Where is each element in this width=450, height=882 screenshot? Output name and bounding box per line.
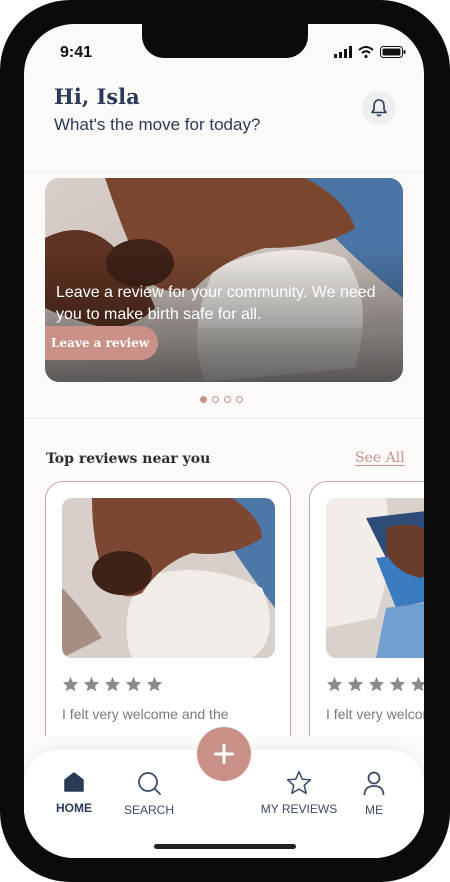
side-button-left-3 [0, 305, 4, 365]
pagination-dot[interactable] [200, 396, 207, 403]
star-icon [389, 676, 406, 692]
nav-me-label: ME [365, 803, 383, 817]
review-excerpt: I felt very welcome and the [62, 706, 229, 722]
banner-text: Leave a review for your community. We ne… [56, 284, 376, 323]
nav-home[interactable]: HOME [34, 770, 114, 815]
notifications-button[interactable] [362, 91, 396, 125]
star-icon [83, 676, 100, 692]
battery-icon [380, 46, 406, 58]
screen: 9:41 Hi, Isla What's the move for today? [24, 24, 424, 858]
star-icon [104, 676, 121, 692]
nav-my-reviews-label: MY REVIEWS [260, 802, 338, 816]
star-icon [368, 676, 385, 692]
header: Hi, Isla What's the move for today? [24, 79, 424, 172]
banner-pagination [200, 396, 243, 403]
review-card-image [62, 498, 275, 658]
review-excerpt: I felt very welcome and the [326, 706, 424, 722]
nav-search-label: SEARCH [123, 803, 174, 817]
star-rating [326, 676, 424, 692]
pagination-dot[interactable] [224, 396, 231, 403]
star-icon [146, 676, 163, 692]
search-icon [138, 772, 161, 795]
star-icon [347, 676, 364, 692]
side-button-left-2 [0, 230, 4, 290]
section-title: Top reviews near you [46, 451, 211, 467]
wifi-icon [358, 46, 374, 58]
leave-review-button[interactable]: Leave a review [45, 326, 158, 360]
status-time: 9:41 [60, 44, 93, 61]
add-review-button[interactable] [197, 727, 251, 781]
greeting-subtitle: What's the move for today? [54, 115, 261, 134]
nav-my-reviews[interactable]: MY REVIEWS [254, 770, 344, 816]
bell-icon [371, 99, 387, 117]
review-card-image [326, 498, 424, 658]
nav-me[interactable]: ME [334, 770, 414, 817]
status-icons [334, 46, 406, 58]
side-button-right [446, 260, 450, 356]
side-button-left-1 [0, 172, 4, 198]
star-rating [62, 676, 163, 692]
person-icon [363, 771, 385, 796]
greeting: Hi, Isla [54, 84, 140, 109]
promo-banner[interactable]: Leave a review for your community. We ne… [45, 178, 403, 382]
star-icon [286, 770, 312, 795]
section-divider [24, 418, 424, 419]
home-icon [64, 772, 84, 792]
nav-home-label: HOME [56, 801, 92, 815]
star-icon [125, 676, 142, 692]
see-all-link[interactable]: See All [355, 450, 405, 466]
pagination-dot[interactable] [236, 396, 243, 403]
bottom-nav: HOME SEARCH MY REVIEWS ME [24, 727, 424, 858]
plus-icon [214, 744, 234, 764]
home-indicator [154, 844, 296, 849]
pagination-dot[interactable] [212, 396, 219, 403]
star-icon [326, 676, 343, 692]
nav-search[interactable]: SEARCH [109, 770, 189, 817]
star-icon [62, 676, 79, 692]
notch [142, 24, 308, 58]
star-icon [410, 676, 424, 692]
signal-icon [334, 46, 352, 58]
